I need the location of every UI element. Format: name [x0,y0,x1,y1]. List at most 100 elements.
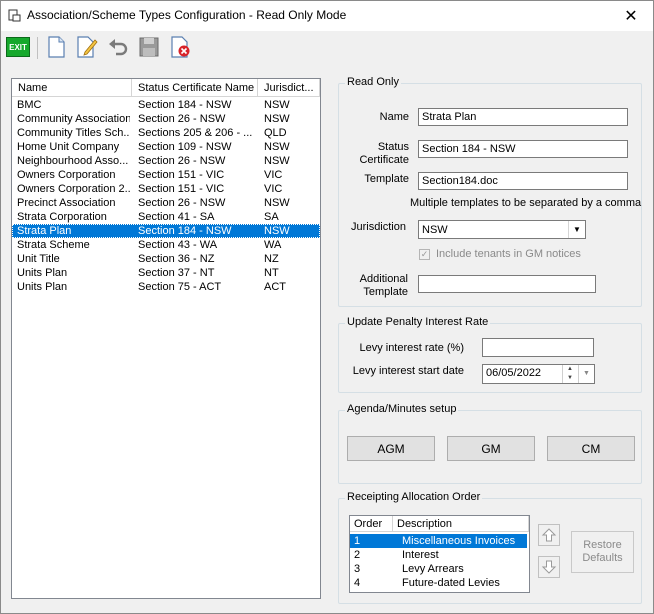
window: Association/Scheme Types Configuration -… [0,0,654,614]
row-name: Strata Corporation [17,211,107,223]
delete-button[interactable] [168,34,194,60]
receipting-row[interactable]: 2 Interest [350,548,527,562]
name-field[interactable]: Strata Plan [418,108,628,126]
new-button[interactable] [43,34,69,60]
row-name: Neighbourhood Asso... [17,155,129,167]
column-header-description[interactable]: Description [393,516,529,532]
spin-up-icon: ▲ [567,366,573,372]
undo-button[interactable] [105,34,131,60]
row-name: Units Plan [17,267,68,279]
spin-down-icon: ▼ [567,375,573,381]
row-name: BMC [17,99,42,111]
receipting-order-list[interactable]: Order Description 1 Miscellaneous Invoice… [349,515,530,593]
row-name: Community Titles Sch... [17,127,130,139]
exit-button[interactable]: EXIT [5,34,31,60]
read-only-group: Read Only Name Strata Plan Status Certif… [338,76,642,307]
levy-rate-label: Levy interest rate (%) [359,342,464,354]
toolbar-separator [37,37,38,59]
receipting-row[interactable]: 4 Future-dated Levies [350,576,527,590]
receipting-row[interactable]: 1 Miscellaneous Invoices [350,534,527,548]
calendar-dropdown-icon[interactable]: ▼ [578,365,594,383]
levy-date-picker[interactable]: 06/05/2022 ▲ ▼ ▼ [482,364,595,384]
list-row[interactable]: Neighbourhood Asso... Section 26 - NSW NSW [12,154,320,168]
penalty-interest-group: Update Penalty Interest Rate Levy intere… [338,316,642,393]
row-name: Home Unit Company [17,141,120,153]
row-status-certificate: Section 151 - VIC [138,183,225,195]
list-row[interactable]: Strata Plan Section 184 - NSW NSW [12,224,320,238]
row-jurisdiction: WA [264,239,282,251]
row-jurisdiction: NZ [264,253,279,265]
row-name: Strata Scheme [17,239,90,251]
row-name: Precinct Association [17,197,116,209]
read-only-group-title: Read Only [345,76,401,88]
date-spinner[interactable]: ▲ ▼ [562,365,577,383]
row-jurisdiction: NSW [264,197,290,209]
row-order: 4 [354,577,361,589]
list-row[interactable]: Precinct Association Section 26 - NSW NSW [12,196,320,210]
delete-document-icon [171,36,190,58]
row-name: Units Plan [17,281,68,293]
title-bar: Association/Scheme Types Configuration -… [1,1,653,31]
save-disk-icon [139,37,159,57]
list-row[interactable]: Strata Corporation Section 41 - SA SA [12,210,320,224]
row-jurisdiction: SA [264,211,279,223]
receipting-row[interactable]: 3 Levy Arrears [350,562,527,576]
restore-defaults-button[interactable]: Restore Defaults [571,531,634,573]
status-label: Status [377,141,409,153]
status-certificate-field[interactable]: Section 184 - NSW [418,140,628,158]
list-row[interactable]: Units Plan Section 37 - NT NT [12,266,320,280]
row-name: Owners Corporation [17,169,116,181]
column-header-order[interactable]: Order [350,516,393,532]
edit-button[interactable] [74,34,100,60]
template-field[interactable]: Section184.doc [418,172,628,190]
column-header-name[interactable]: Name [12,79,132,97]
include-tenants-checkbox[interactable]: ✓ [419,249,430,260]
row-status-certificate: Section 37 - NT [138,267,215,279]
row-status-certificate: Section 41 - SA [138,211,215,223]
list-row[interactable]: Strata Scheme Section 43 - WA WA [12,238,320,252]
window-title: Association/Scheme Types Configuration -… [27,8,347,22]
list-row[interactable]: Owners Corporation 2... Section 151 - VIC… [12,182,320,196]
cm-button[interactable]: CM [547,436,635,461]
row-jurisdiction: VIC [264,169,283,181]
penalty-interest-group-title: Update Penalty Interest Rate [345,316,491,328]
save-button[interactable] [136,34,162,60]
row-jurisdiction: NSW [264,225,290,237]
additional-template-label: Template [363,286,408,298]
list-row[interactable]: Units Plan Section 75 - ACT ACT [12,280,320,294]
agenda-minutes-group-title: Agenda/Minutes setup [345,403,459,415]
move-down-button[interactable] [538,556,560,578]
include-tenants-label: Include tenants in GM notices [436,248,581,260]
row-status-certificate: Sections 205 & 206 - ... [138,127,253,139]
association-type-list[interactable]: Name Status Certificate Name Jurisdict..… [11,78,321,599]
restore-label-line1: Restore [583,539,622,551]
levy-rate-field[interactable] [482,338,594,357]
agm-button[interactable]: AGM [347,436,435,461]
list-row[interactable]: BMC Section 184 - NSW NSW [12,98,320,112]
additional-template-field[interactable] [418,275,596,293]
new-document-icon [48,36,65,58]
list-row[interactable]: Home Unit Company Section 109 - NSW NSW [12,140,320,154]
row-jurisdiction: NT [264,267,279,279]
list-row[interactable]: Unit Title Section 36 - NZ NZ [12,252,320,266]
row-jurisdiction: QLD [264,127,287,139]
levy-date-value: 06/05/2022 [486,367,542,379]
row-status-certificate: Section 184 - NSW [138,225,232,237]
row-jurisdiction: NSW [264,113,290,125]
arrow-down-icon [541,560,557,574]
jurisdiction-label: Jurisdiction [350,221,406,233]
row-name: Owners Corporation 2... [17,183,130,195]
app-icon [8,9,21,22]
column-header-jurisdiction[interactable]: Jurisdict... [258,79,320,97]
list-row[interactable]: Owners Corporation Section 151 - VIC VIC [12,168,320,182]
list-row[interactable]: Community Association Section 26 - NSW NSW [12,112,320,126]
template-note: Multiple templates to be separated by a … [410,197,642,209]
row-order: 3 [354,563,361,575]
column-header-status-certificate[interactable]: Status Certificate Name [132,79,258,97]
move-up-button[interactable] [538,524,560,546]
list-row[interactable]: Community Titles Sch... Sections 205 & 20… [12,126,320,140]
row-status-certificate: Section 26 - NSW [138,197,226,209]
jurisdiction-select[interactable]: NSW ▼ [418,220,586,239]
close-button[interactable]: ✕ [609,1,653,31]
gm-button[interactable]: GM [447,436,535,461]
